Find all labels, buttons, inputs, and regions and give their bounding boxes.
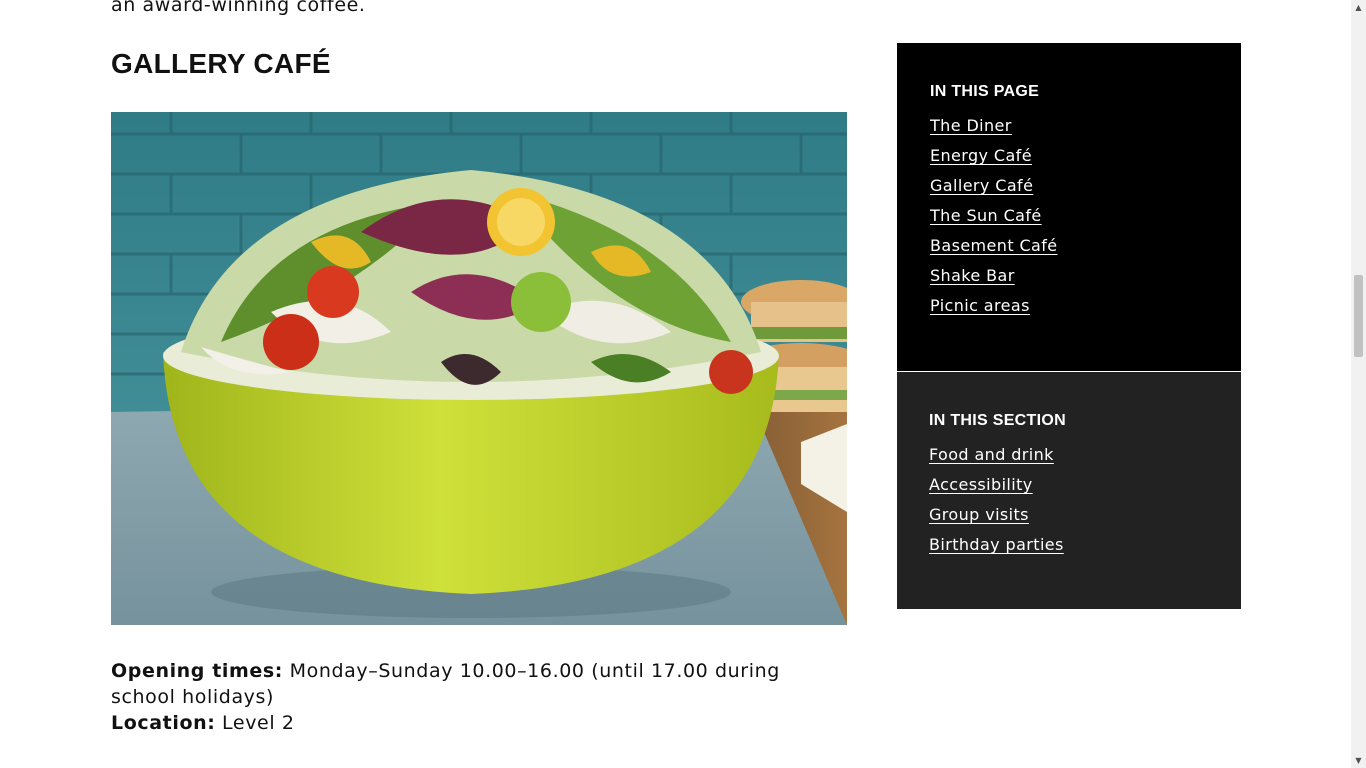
list-item: The Diner: [930, 115, 1241, 145]
salad-photo-illustration: [111, 112, 847, 625]
location: Location: Level 2: [111, 710, 841, 736]
in-this-page-list: The Diner Energy Café Gallery Café The S…: [930, 115, 1241, 325]
list-item: Food and drink: [929, 444, 1241, 474]
cafe-info: Opening times: Monday–Sunday 10.00–16.00…: [111, 658, 841, 736]
scrollbar-thumb[interactable]: [1354, 275, 1363, 357]
in-this-section-nav: IN THIS SECTION Food and drink Accessibi…: [897, 372, 1241, 609]
in-this-section-heading: IN THIS SECTION: [929, 412, 1066, 429]
link-accessibility[interactable]: Accessibility: [929, 475, 1033, 494]
link-the-sun-cafe[interactable]: The Sun Café: [930, 206, 1042, 225]
opening-times-label: Opening times:: [111, 660, 284, 682]
link-group-visits[interactable]: Group visits: [929, 505, 1029, 524]
list-item: Gallery Café: [930, 175, 1241, 205]
list-item: Birthday parties: [929, 534, 1241, 564]
list-item: Basement Café: [930, 235, 1241, 265]
link-shake-bar[interactable]: Shake Bar: [930, 266, 1015, 285]
page-scrollbar[interactable]: ▲ ▼: [1351, 0, 1366, 768]
section-title: GALLERY CAFÉ: [111, 48, 331, 79]
opening-times: Opening times: Monday–Sunday 10.00–16.00…: [111, 658, 841, 710]
link-basement-cafe[interactable]: Basement Café: [930, 236, 1058, 255]
in-this-page-nav: IN THIS PAGE The Diner Energy Café Galle…: [897, 43, 1241, 371]
salad-bowl-photo: [111, 112, 847, 625]
location-label: Location:: [111, 712, 216, 734]
link-gallery-cafe[interactable]: Gallery Café: [930, 176, 1033, 195]
list-item: Group visits: [929, 504, 1241, 534]
link-birthday-parties[interactable]: Birthday parties: [929, 535, 1064, 554]
link-picnic-areas[interactable]: Picnic areas: [930, 296, 1030, 315]
location-value: Level 2: [215, 712, 295, 734]
list-item: Shake Bar: [930, 265, 1241, 295]
list-item: Energy Café: [930, 145, 1241, 175]
list-item: Picnic areas: [930, 295, 1241, 325]
in-this-page-heading: IN THIS PAGE: [930, 83, 1040, 100]
list-item: The Sun Café: [930, 205, 1241, 235]
in-this-section-list: Food and drink Accessibility Group visit…: [929, 444, 1241, 564]
scroll-up-icon[interactable]: ▲: [1351, 0, 1366, 15]
list-item: Accessibility: [929, 474, 1241, 504]
link-the-diner[interactable]: The Diner: [930, 116, 1012, 135]
link-energy-cafe[interactable]: Energy Café: [930, 146, 1032, 165]
link-food-and-drink[interactable]: Food and drink: [929, 445, 1054, 464]
scroll-down-icon[interactable]: ▼: [1351, 753, 1366, 768]
intro-text: an award-winning coffee.: [111, 0, 366, 16]
